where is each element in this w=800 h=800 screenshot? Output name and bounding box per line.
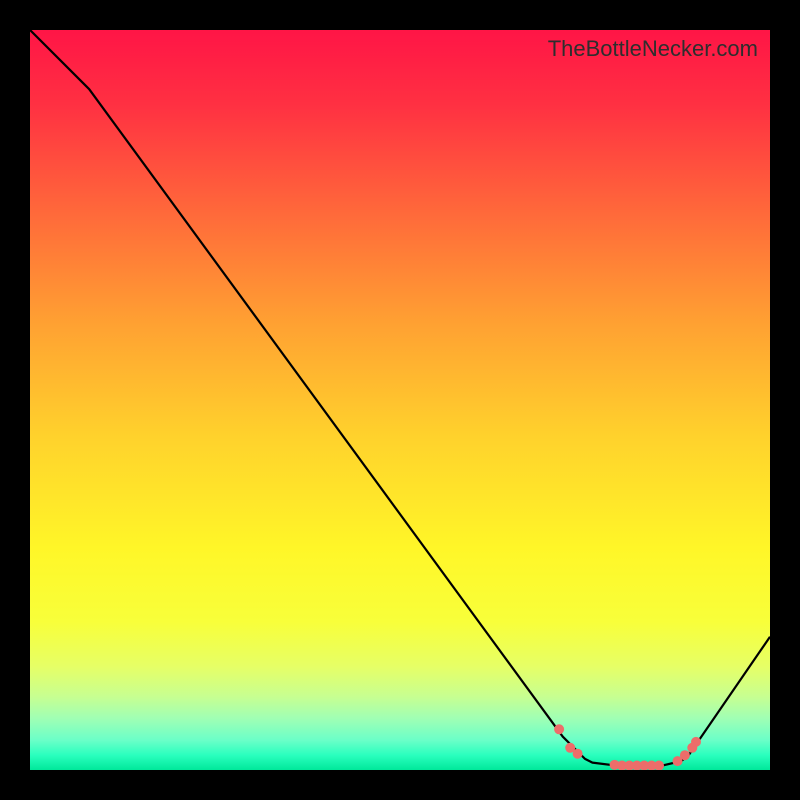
chart-frame: TheBottleNecker.com bbox=[0, 0, 800, 800]
dot-markers bbox=[30, 30, 770, 770]
watermark-label: TheBottleNecker.com bbox=[548, 36, 758, 62]
plot-area: TheBottleNecker.com bbox=[30, 30, 770, 770]
